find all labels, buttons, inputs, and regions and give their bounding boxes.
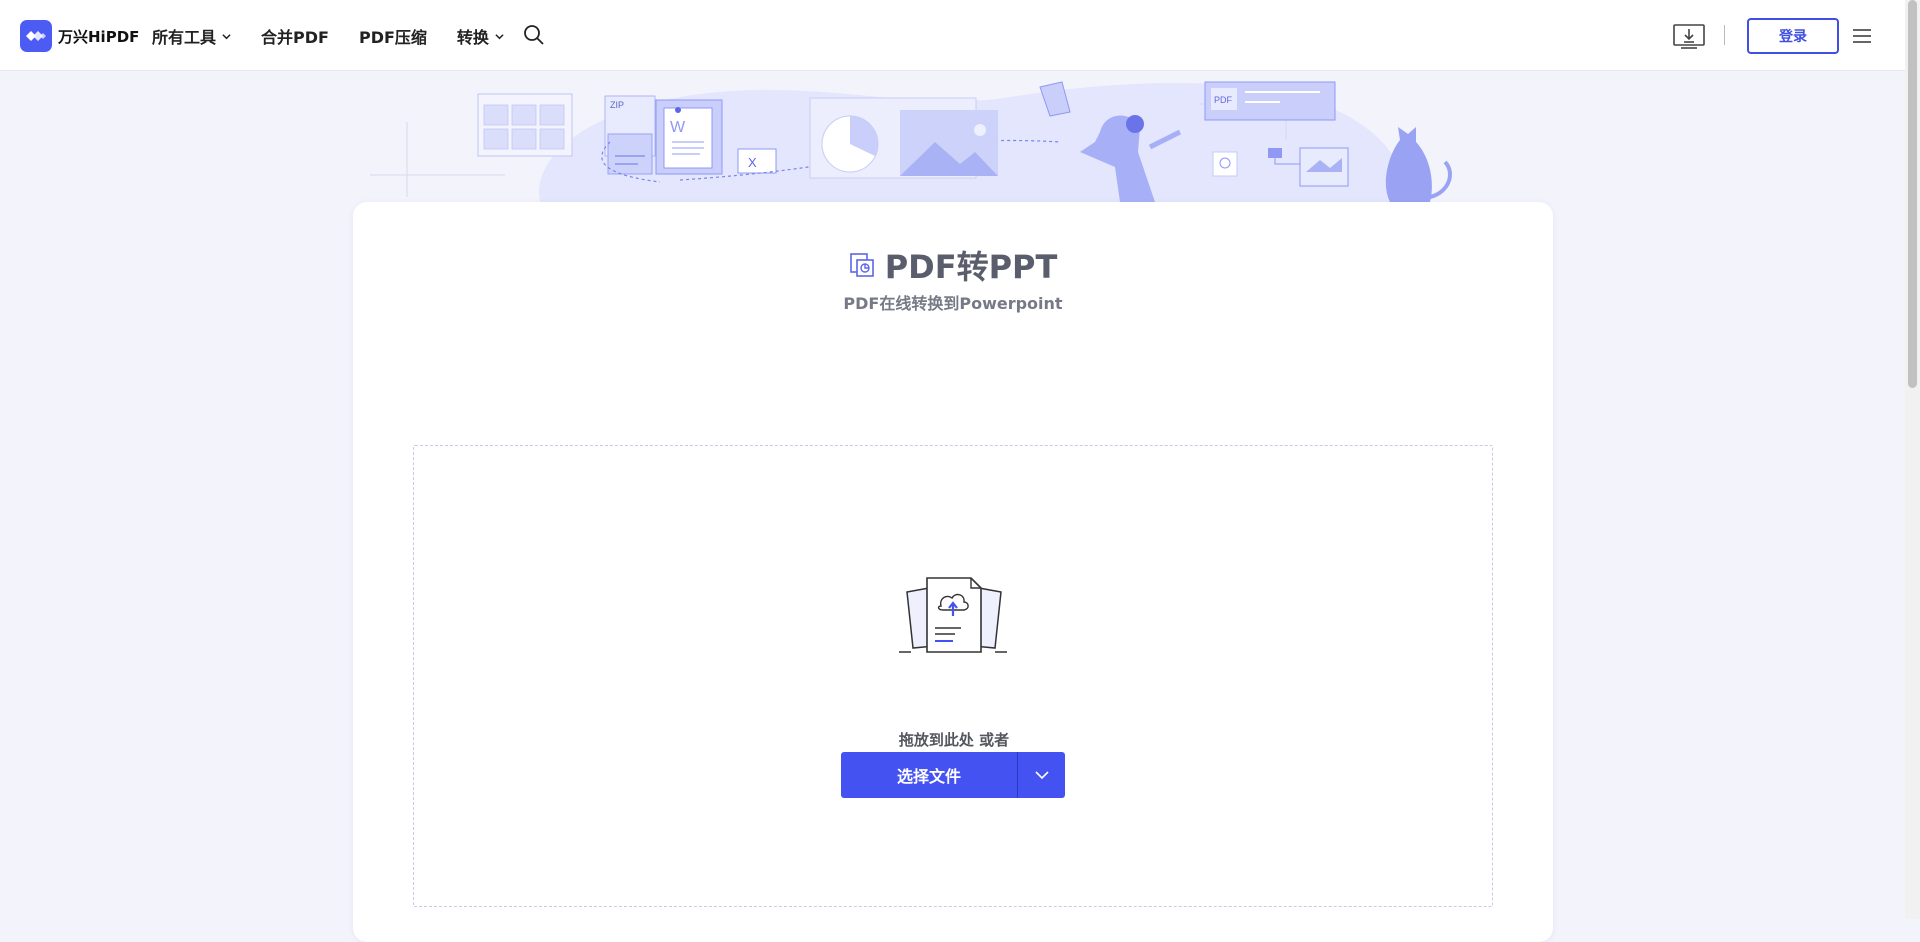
select-file-group: 选择文件 bbox=[841, 752, 1065, 798]
scrollbar-thumb[interactable] bbox=[1908, 0, 1917, 388]
nav-all-tools[interactable]: 所有工具 bbox=[152, 24, 231, 48]
nav-convert-label: 转换 bbox=[456, 28, 489, 47]
search-icon[interactable] bbox=[523, 24, 545, 46]
top-header: 万兴HiPDF 所有工具 合并PDF PDF压缩 转换 登录 bbox=[0, 0, 1905, 71]
download-desktop-icon[interactable] bbox=[1673, 24, 1705, 50]
zip-label: ZIP bbox=[610, 100, 624, 110]
nav-merge-pdf-label: 合并PDF bbox=[261, 28, 329, 47]
word-label: W bbox=[670, 119, 686, 136]
page-subtitle: PDF在线转换到Powerpoint bbox=[843, 294, 1063, 313]
pdf-to-ppt-icon bbox=[849, 253, 874, 277]
pdf-label: PDF bbox=[1214, 95, 1233, 105]
nav-convert[interactable]: 转换 bbox=[457, 24, 504, 48]
nav-merge-pdf[interactable]: 合并PDF bbox=[261, 24, 329, 48]
header-divider bbox=[1724, 25, 1725, 45]
select-source-dropdown[interactable] bbox=[1018, 752, 1065, 798]
chevron-down-icon bbox=[1034, 770, 1049, 779]
upload-file-icon bbox=[899, 577, 1007, 653]
hamburger-menu-icon[interactable] bbox=[1853, 29, 1871, 43]
select-file-button[interactable]: 选择文件 bbox=[841, 752, 1017, 798]
nav-all-tools-label: 所有工具 bbox=[152, 28, 217, 47]
chevron-down-icon bbox=[222, 33, 231, 39]
page-title: PDF转PPT bbox=[884, 248, 1058, 286]
banner-illustration: ZIP W X PDF bbox=[370, 81, 1452, 202]
title-row: PDF转PPT bbox=[353, 242, 1553, 288]
login-button[interactable]: 登录 bbox=[1747, 18, 1839, 54]
tool-card: PDF转PPT PDF在线转换到Powerpoint 拖放到此处 或者 选择文件 bbox=[353, 202, 1553, 942]
hipdf-logo[interactable]: 万兴HiPDF bbox=[20, 20, 139, 52]
nav-compress-pdf[interactable]: PDF压缩 bbox=[359, 24, 427, 48]
chevron-down-icon bbox=[495, 33, 504, 39]
file-drop-zone[interactable]: 拖放到此处 或者 选择文件 bbox=[413, 445, 1493, 907]
page-scrollbar[interactable] bbox=[1905, 0, 1920, 919]
drop-hint-text: 拖放到此处 或者 bbox=[898, 731, 1010, 749]
nav-compress-pdf-label: PDF压缩 bbox=[358, 28, 427, 47]
logo-mark-icon bbox=[20, 20, 52, 52]
excel-label: X bbox=[748, 155, 757, 170]
logo-text: 万兴HiPDF bbox=[58, 27, 140, 46]
main-nav: 所有工具 合并PDF PDF压缩 转换 bbox=[152, 24, 534, 48]
